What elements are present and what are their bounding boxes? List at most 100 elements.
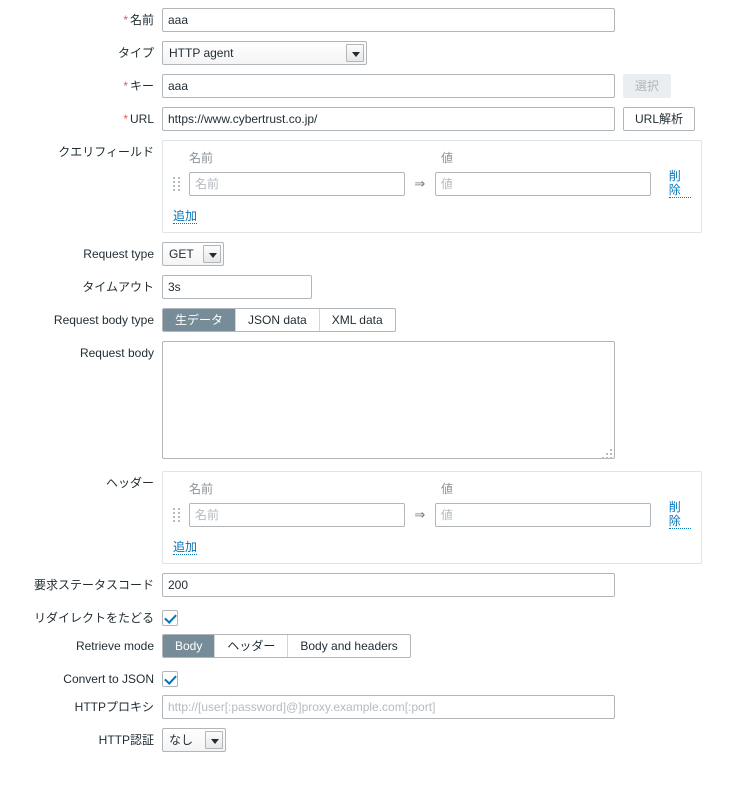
request-type-select[interactable]: GET: [162, 242, 224, 266]
label-headers: ヘッダー: [105, 476, 154, 490]
query-fields-header: 名前 値: [173, 149, 691, 166]
field-http-auth: なし: [162, 728, 750, 752]
request-type-value: GET: [169, 247, 194, 261]
label-request-body: Request body: [79, 346, 154, 360]
chevron-down-icon: [203, 245, 221, 263]
headers-box: 名前 値 ⇒ 削除 追加: [162, 471, 702, 564]
label-convert-to-json: Convert to JSON: [63, 672, 154, 686]
query-field-value-input[interactable]: [434, 171, 651, 196]
drag-handle-icon[interactable]: [173, 176, 183, 191]
label-type: タイプ: [117, 46, 154, 60]
header-name-input[interactable]: [189, 502, 405, 527]
field-http-proxy: [162, 695, 750, 719]
convert-to-json-checkbox[interactable]: [162, 671, 178, 687]
header-row: ⇒ 削除: [173, 500, 691, 529]
query-field-row: ⇒ 削除: [173, 169, 691, 198]
row-key: *キー 選択: [0, 74, 750, 98]
status-codes-input[interactable]: [162, 573, 615, 597]
retrieve-mode-option-body-and-headers[interactable]: Body and headers: [288, 635, 410, 657]
url-parse-button[interactable]: URL解析: [623, 107, 696, 131]
query-field-name-input[interactable]: [189, 171, 405, 196]
row-follow-redirects: リダイレクトをたどる: [0, 606, 750, 626]
query-fields-header-name: 名前: [189, 151, 214, 165]
row-headers: ヘッダー 名前 値 ⇒ 削除: [0, 471, 750, 564]
row-url: *URL URL解析: [0, 107, 750, 131]
header-value-input[interactable]: [434, 502, 651, 527]
row-type: タイプ HTTP agent: [0, 41, 750, 65]
label-query-fields: クエリフィールド: [58, 145, 154, 159]
field-follow-redirects: [162, 606, 750, 626]
field-timeout: [162, 275, 750, 299]
field-name: [162, 8, 750, 32]
request-body-type-option-raw[interactable]: 生データ: [163, 309, 237, 331]
key-select-button[interactable]: 選択: [623, 74, 672, 98]
label-status-codes: 要求ステータスコード: [33, 578, 154, 592]
header-add-link[interactable]: 追加: [173, 540, 198, 555]
item-configuration-form: *名前 タイプ HTTP agent *キー 選択 *URL: [0, 0, 750, 752]
request-body-textarea[interactable]: [162, 341, 615, 459]
type-select[interactable]: HTTP agent: [162, 41, 367, 65]
http-auth-value: なし: [169, 733, 194, 747]
row-convert-to-json: Convert to JSON: [0, 667, 750, 687]
required-marker-url: *: [123, 112, 128, 126]
http-auth-select[interactable]: なし: [162, 728, 226, 752]
label-url-text: URL: [129, 112, 154, 126]
headers-header: 名前 値: [173, 480, 691, 497]
name-input[interactable]: [162, 8, 615, 32]
field-request-body: [162, 341, 750, 462]
field-status-codes: [162, 573, 750, 597]
row-name: * 名前: [0, 8, 750, 32]
request-body-type-option-json[interactable]: JSON data: [236, 309, 320, 331]
follow-redirects-checkbox[interactable]: [162, 610, 178, 626]
type-select-value: HTTP agent: [169, 46, 234, 60]
required-marker-key: *: [123, 79, 128, 93]
retrieve-mode-option-headers[interactable]: ヘッダー: [215, 635, 289, 657]
query-field-add-link[interactable]: 追加: [173, 209, 198, 224]
row-request-body: Request body: [0, 341, 750, 462]
key-input[interactable]: [162, 74, 615, 98]
label-key-text: キー: [129, 79, 154, 93]
label-name-text: 名前: [129, 13, 154, 27]
pair-arrow-icon: ⇒: [414, 175, 426, 191]
header-remove-link[interactable]: 削除: [668, 500, 691, 529]
label-key: * キー: [0, 74, 162, 93]
row-http-auth: HTTP認証 なし: [0, 728, 750, 752]
required-marker-name: *: [123, 13, 128, 27]
field-request-type: GET: [162, 242, 750, 266]
label-timeout: タイムアウト: [82, 280, 154, 294]
headers-header-value: 値: [441, 482, 454, 496]
field-query-fields: 名前 値 ⇒ 削除 追加: [162, 140, 750, 233]
row-query-fields: クエリフィールド 名前 値 ⇒ 削除: [0, 140, 750, 233]
request-body-type-group: 生データ JSON data XML data: [162, 308, 396, 332]
field-url: URL解析: [162, 107, 750, 131]
field-key: 選択: [162, 74, 750, 98]
request-body-type-option-xml[interactable]: XML data: [319, 309, 395, 331]
retrieve-mode-option-body[interactable]: Body: [163, 635, 216, 657]
label-url: * URL: [0, 107, 162, 126]
field-headers: 名前 値 ⇒ 削除 追加: [162, 471, 750, 564]
field-retrieve-mode: Body ヘッダー Body and headers: [162, 634, 750, 658]
query-field-remove-link[interactable]: 削除: [668, 169, 691, 198]
row-request-body-type: Request body type 生データ JSON data XML dat…: [0, 308, 750, 332]
label-request-body-type: Request body type: [53, 313, 154, 327]
request-body-wrapper: [162, 341, 615, 462]
row-timeout: タイムアウト: [0, 275, 750, 299]
field-convert-to-json: [162, 667, 750, 687]
timeout-input[interactable]: [162, 275, 312, 299]
field-type: HTTP agent: [162, 41, 750, 65]
drag-handle-icon[interactable]: [173, 507, 183, 522]
query-fields-box: 名前 値 ⇒ 削除 追加: [162, 140, 702, 233]
label-http-auth: HTTP認証: [98, 733, 154, 747]
query-fields-header-value: 値: [441, 151, 454, 165]
label-name: * 名前: [0, 8, 162, 27]
http-proxy-input[interactable]: [162, 695, 615, 719]
label-follow-redirects: リダイレクトをたどる: [33, 611, 154, 625]
url-input[interactable]: [162, 107, 615, 131]
label-request-type: Request type: [83, 247, 154, 261]
row-retrieve-mode: Retrieve mode Body ヘッダー Body and headers: [0, 634, 750, 658]
row-http-proxy: HTTPプロキシ: [0, 695, 750, 719]
row-request-type: Request type GET: [0, 242, 750, 266]
chevron-down-icon: [346, 44, 364, 62]
headers-header-name: 名前: [189, 482, 214, 496]
row-status-codes: 要求ステータスコード: [0, 573, 750, 597]
